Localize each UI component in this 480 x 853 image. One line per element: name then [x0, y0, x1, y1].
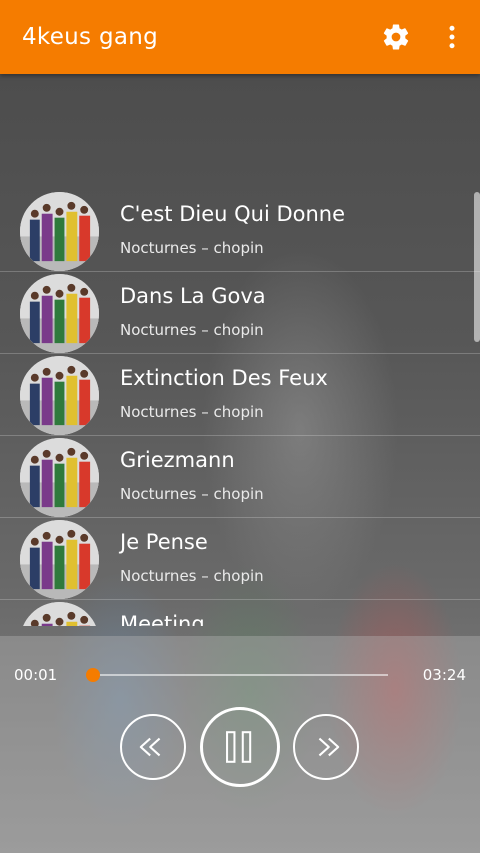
song-subtitle: Nocturnes – chopin	[120, 485, 264, 503]
previous-button[interactable]	[120, 714, 186, 780]
rewind-icon	[139, 737, 161, 757]
album-art-thumbnail	[20, 438, 99, 517]
song-subtitle: Nocturnes – chopin	[120, 403, 264, 421]
gear-icon	[383, 24, 409, 50]
app-title: 4keus gang	[22, 24, 159, 50]
song-list[interactable]: C'est Dieu Qui Donne Nocturnes – chopin Da…	[0, 190, 480, 626]
list-scrollbar[interactable]	[474, 192, 480, 342]
song-title: Meeting	[120, 612, 205, 626]
song-subtitle: Nocturnes – chopin	[120, 239, 264, 257]
song-subtitle: Nocturnes – chopin	[120, 321, 264, 339]
elapsed-time: 00:01	[14, 666, 58, 684]
seek-bar[interactable]	[92, 674, 388, 676]
song-title: C'est Dieu Qui Donne	[120, 202, 346, 226]
song-row[interactable]: Griezmann Nocturnes – chopin	[0, 436, 480, 518]
player-panel: 00:01 03:24	[0, 636, 480, 853]
next-button[interactable]	[293, 714, 359, 780]
settings-button[interactable]	[381, 22, 411, 52]
seek-thumb[interactable]	[86, 668, 101, 682]
album-art-thumbnail	[20, 520, 99, 599]
album-art-thumbnail	[20, 356, 99, 435]
album-art-thumbnail	[20, 602, 99, 626]
duration-time: 03:24	[422, 666, 466, 684]
song-row[interactable]: Meeting	[0, 600, 480, 626]
song-row[interactable]: Extinction Des Feux Nocturnes – chopin	[0, 354, 480, 436]
song-subtitle: Nocturnes – chopin	[120, 567, 264, 585]
song-row[interactable]: C'est Dieu Qui Donne Nocturnes – chopin	[0, 190, 480, 272]
album-art-thumbnail	[20, 192, 99, 271]
song-title: Dans La Gova	[120, 284, 266, 308]
song-title: Extinction Des Feux	[120, 366, 328, 390]
pause-button[interactable]	[200, 707, 280, 787]
app-bar: 4keus gang	[0, 0, 480, 74]
song-title: Griezmann	[120, 448, 235, 472]
more-vert-icon	[449, 25, 455, 49]
fast-forward-icon	[318, 737, 340, 757]
more-options-button[interactable]	[437, 22, 467, 52]
song-row[interactable]: Dans La Gova Nocturnes – chopin	[0, 272, 480, 354]
song-title: Je Pense	[120, 530, 208, 554]
song-row[interactable]: Je Pense Nocturnes – chopin	[0, 518, 480, 600]
pause-icon	[226, 731, 252, 763]
album-art-thumbnail	[20, 274, 99, 353]
